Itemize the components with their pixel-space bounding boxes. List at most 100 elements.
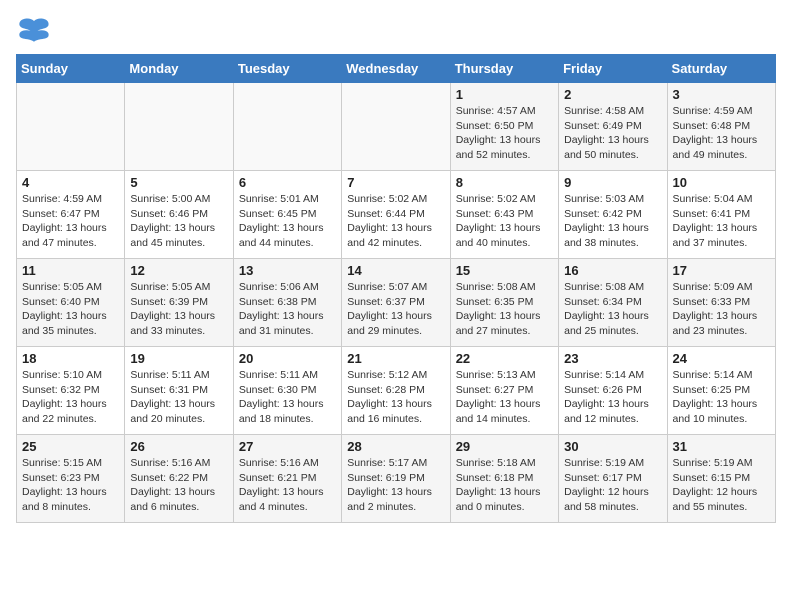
day-info: Sunrise: 5:15 AMSunset: 6:23 PMDaylight:… bbox=[22, 456, 119, 515]
calendar-cell: 30 Sunrise: 5:19 AMSunset: 6:17 PMDayligh… bbox=[559, 435, 667, 523]
calendar-cell: 25 Sunrise: 5:15 AMSunset: 6:23 PMDayligh… bbox=[17, 435, 125, 523]
calendar-cell: 5 Sunrise: 5:00 AMSunset: 6:46 PMDaylight… bbox=[125, 171, 233, 259]
day-number: 23 bbox=[564, 351, 661, 366]
day-number: 3 bbox=[673, 87, 770, 102]
calendar-cell: 27Sunrise: 5:16 AMSunset: 6:21 PMDayligh… bbox=[233, 435, 341, 523]
day-number: 12 bbox=[130, 263, 227, 278]
day-number: 29 bbox=[456, 439, 553, 454]
day-info: Sunrise: 5:02 AMSunset: 6:43 PMDaylight:… bbox=[456, 192, 553, 251]
weekday-header-friday: Friday bbox=[559, 55, 667, 83]
day-number: 26 bbox=[130, 439, 227, 454]
day-number: 24 bbox=[673, 351, 770, 366]
day-info: Sunrise: 5:19 AMSunset: 6:17 PMDaylight:… bbox=[564, 456, 661, 515]
calendar-cell: 6 Sunrise: 5:01 AMSunset: 6:45 PMDaylight… bbox=[233, 171, 341, 259]
day-number: 7 bbox=[347, 175, 444, 190]
day-info: Sunrise: 5:10 AMSunset: 6:32 PMDaylight:… bbox=[22, 368, 119, 427]
day-number: 4 bbox=[22, 175, 119, 190]
calendar-cell: 4 Sunrise: 4:59 AMSunset: 6:47 PMDaylight… bbox=[17, 171, 125, 259]
calendar-cell: 26 Sunrise: 5:16 AMSunset: 6:22 PMDayligh… bbox=[125, 435, 233, 523]
day-info: Sunrise: 5:01 AMSunset: 6:45 PMDaylight:… bbox=[239, 192, 336, 251]
day-number: 31 bbox=[673, 439, 770, 454]
day-number: 11 bbox=[22, 263, 119, 278]
day-number: 6 bbox=[239, 175, 336, 190]
day-number: 19 bbox=[130, 351, 227, 366]
calendar-cell: 1 Sunrise: 4:57 AMSunset: 6:50 PMDaylight… bbox=[450, 83, 558, 171]
day-info: Sunrise: 5:11 AMSunset: 6:30 PMDaylight:… bbox=[239, 368, 336, 427]
day-info: Sunrise: 5:00 AMSunset: 6:46 PMDaylight:… bbox=[130, 192, 227, 251]
day-number: 28 bbox=[347, 439, 444, 454]
calendar-cell bbox=[17, 83, 125, 171]
day-info: Sunrise: 5:11 AMSunset: 6:31 PMDaylight:… bbox=[130, 368, 227, 427]
calendar-cell: 12 Sunrise: 5:05 AMSunset: 6:39 PMDayligh… bbox=[125, 259, 233, 347]
day-number: 14 bbox=[347, 263, 444, 278]
logo bbox=[16, 16, 58, 44]
calendar-week-3: 11 Sunrise: 5:05 AMSunset: 6:40 PMDayligh… bbox=[17, 259, 776, 347]
day-info: Sunrise: 5:16 AMSunset: 6:22 PMDaylight:… bbox=[130, 456, 227, 515]
day-info: Sunrise: 4:57 AMSunset: 6:50 PMDaylight:… bbox=[456, 104, 553, 163]
calendar-week-4: 18 Sunrise: 5:10 AMSunset: 6:32 PMDayligh… bbox=[17, 347, 776, 435]
calendar-cell: 17Sunrise: 5:09 AMSunset: 6:33 PMDayligh… bbox=[667, 259, 775, 347]
calendar-cell: 28 Sunrise: 5:17 AMSunset: 6:19 PMDayligh… bbox=[342, 435, 450, 523]
calendar-week-5: 25 Sunrise: 5:15 AMSunset: 6:23 PMDayligh… bbox=[17, 435, 776, 523]
weekday-row: SundayMondayTuesdayWednesdayThursdayFrid… bbox=[17, 55, 776, 83]
day-number: 8 bbox=[456, 175, 553, 190]
day-number: 25 bbox=[22, 439, 119, 454]
calendar-cell: 14 Sunrise: 5:07 AMSunset: 6:37 PMDayligh… bbox=[342, 259, 450, 347]
calendar-week-1: 1 Sunrise: 4:57 AMSunset: 6:50 PMDaylight… bbox=[17, 83, 776, 171]
day-info: Sunrise: 4:59 AMSunset: 6:47 PMDaylight:… bbox=[22, 192, 119, 251]
calendar-cell bbox=[342, 83, 450, 171]
day-info: Sunrise: 5:06 AMSunset: 6:38 PMDaylight:… bbox=[239, 280, 336, 339]
calendar-cell: 23 Sunrise: 5:14 AMSunset: 6:26 PMDayligh… bbox=[559, 347, 667, 435]
calendar-cell: 13 Sunrise: 5:06 AMSunset: 6:38 PMDayligh… bbox=[233, 259, 341, 347]
calendar-cell bbox=[233, 83, 341, 171]
day-number: 15 bbox=[456, 263, 553, 278]
day-number: 10 bbox=[673, 175, 770, 190]
day-number: 30 bbox=[564, 439, 661, 454]
calendar-cell: 24 Sunrise: 5:14 AMSunset: 6:25 PMDayligh… bbox=[667, 347, 775, 435]
day-number: 20 bbox=[239, 351, 336, 366]
calendar-week-2: 4 Sunrise: 4:59 AMSunset: 6:47 PMDaylight… bbox=[17, 171, 776, 259]
calendar-cell: 2 Sunrise: 4:58 AMSunset: 6:49 PMDaylight… bbox=[559, 83, 667, 171]
day-info: Sunrise: 5:08 AMSunset: 6:35 PMDaylight:… bbox=[456, 280, 553, 339]
day-info: Sunrise: 4:58 AMSunset: 6:49 PMDaylight:… bbox=[564, 104, 661, 163]
weekday-header-monday: Monday bbox=[125, 55, 233, 83]
calendar-cell: 16Sunrise: 5:08 AMSunset: 6:34 PMDayligh… bbox=[559, 259, 667, 347]
calendar-cell: 20 Sunrise: 5:11 AMSunset: 6:30 PMDayligh… bbox=[233, 347, 341, 435]
calendar-cell: 15 Sunrise: 5:08 AMSunset: 6:35 PMDayligh… bbox=[450, 259, 558, 347]
calendar-table: SundayMondayTuesdayWednesdayThursdayFrid… bbox=[16, 54, 776, 523]
calendar-cell: 18 Sunrise: 5:10 AMSunset: 6:32 PMDayligh… bbox=[17, 347, 125, 435]
day-info: Sunrise: 5:12 AMSunset: 6:28 PMDaylight:… bbox=[347, 368, 444, 427]
day-info: Sunrise: 5:05 AMSunset: 6:40 PMDaylight:… bbox=[22, 280, 119, 339]
calendar-cell: 19 Sunrise: 5:11 AMSunset: 6:31 PMDayligh… bbox=[125, 347, 233, 435]
day-info: Sunrise: 5:14 AMSunset: 6:26 PMDaylight:… bbox=[564, 368, 661, 427]
calendar-cell: 22 Sunrise: 5:13 AMSunset: 6:27 PMDayligh… bbox=[450, 347, 558, 435]
calendar-body: 1 Sunrise: 4:57 AMSunset: 6:50 PMDaylight… bbox=[17, 83, 776, 523]
calendar-cell: 7 Sunrise: 5:02 AMSunset: 6:44 PMDaylight… bbox=[342, 171, 450, 259]
day-number: 1 bbox=[456, 87, 553, 102]
day-number: 13 bbox=[239, 263, 336, 278]
day-info: Sunrise: 5:02 AMSunset: 6:44 PMDaylight:… bbox=[347, 192, 444, 251]
day-info: Sunrise: 5:04 AMSunset: 6:41 PMDaylight:… bbox=[673, 192, 770, 251]
day-info: Sunrise: 5:17 AMSunset: 6:19 PMDaylight:… bbox=[347, 456, 444, 515]
logo-icon bbox=[16, 16, 52, 44]
calendar-cell bbox=[125, 83, 233, 171]
day-number: 5 bbox=[130, 175, 227, 190]
calendar-cell: 3 Sunrise: 4:59 AMSunset: 6:48 PMDaylight… bbox=[667, 83, 775, 171]
day-number: 18 bbox=[22, 351, 119, 366]
day-number: 21 bbox=[347, 351, 444, 366]
day-info: Sunrise: 5:13 AMSunset: 6:27 PMDaylight:… bbox=[456, 368, 553, 427]
day-info: Sunrise: 5:07 AMSunset: 6:37 PMDaylight:… bbox=[347, 280, 444, 339]
weekday-header-thursday: Thursday bbox=[450, 55, 558, 83]
day-info: Sunrise: 5:09 AMSunset: 6:33 PMDaylight:… bbox=[673, 280, 770, 339]
day-info: Sunrise: 5:05 AMSunset: 6:39 PMDaylight:… bbox=[130, 280, 227, 339]
weekday-header-saturday: Saturday bbox=[667, 55, 775, 83]
day-info: Sunrise: 5:19 AMSunset: 6:15 PMDaylight:… bbox=[673, 456, 770, 515]
day-info: Sunrise: 4:59 AMSunset: 6:48 PMDaylight:… bbox=[673, 104, 770, 163]
day-info: Sunrise: 5:14 AMSunset: 6:25 PMDaylight:… bbox=[673, 368, 770, 427]
weekday-header-tuesday: Tuesday bbox=[233, 55, 341, 83]
calendar-cell: 31 Sunrise: 5:19 AMSunset: 6:15 PMDayligh… bbox=[667, 435, 775, 523]
day-info: Sunrise: 5:18 AMSunset: 6:18 PMDaylight:… bbox=[456, 456, 553, 515]
calendar-cell: 11 Sunrise: 5:05 AMSunset: 6:40 PMDayligh… bbox=[17, 259, 125, 347]
day-number: 22 bbox=[456, 351, 553, 366]
day-number: 2 bbox=[564, 87, 661, 102]
